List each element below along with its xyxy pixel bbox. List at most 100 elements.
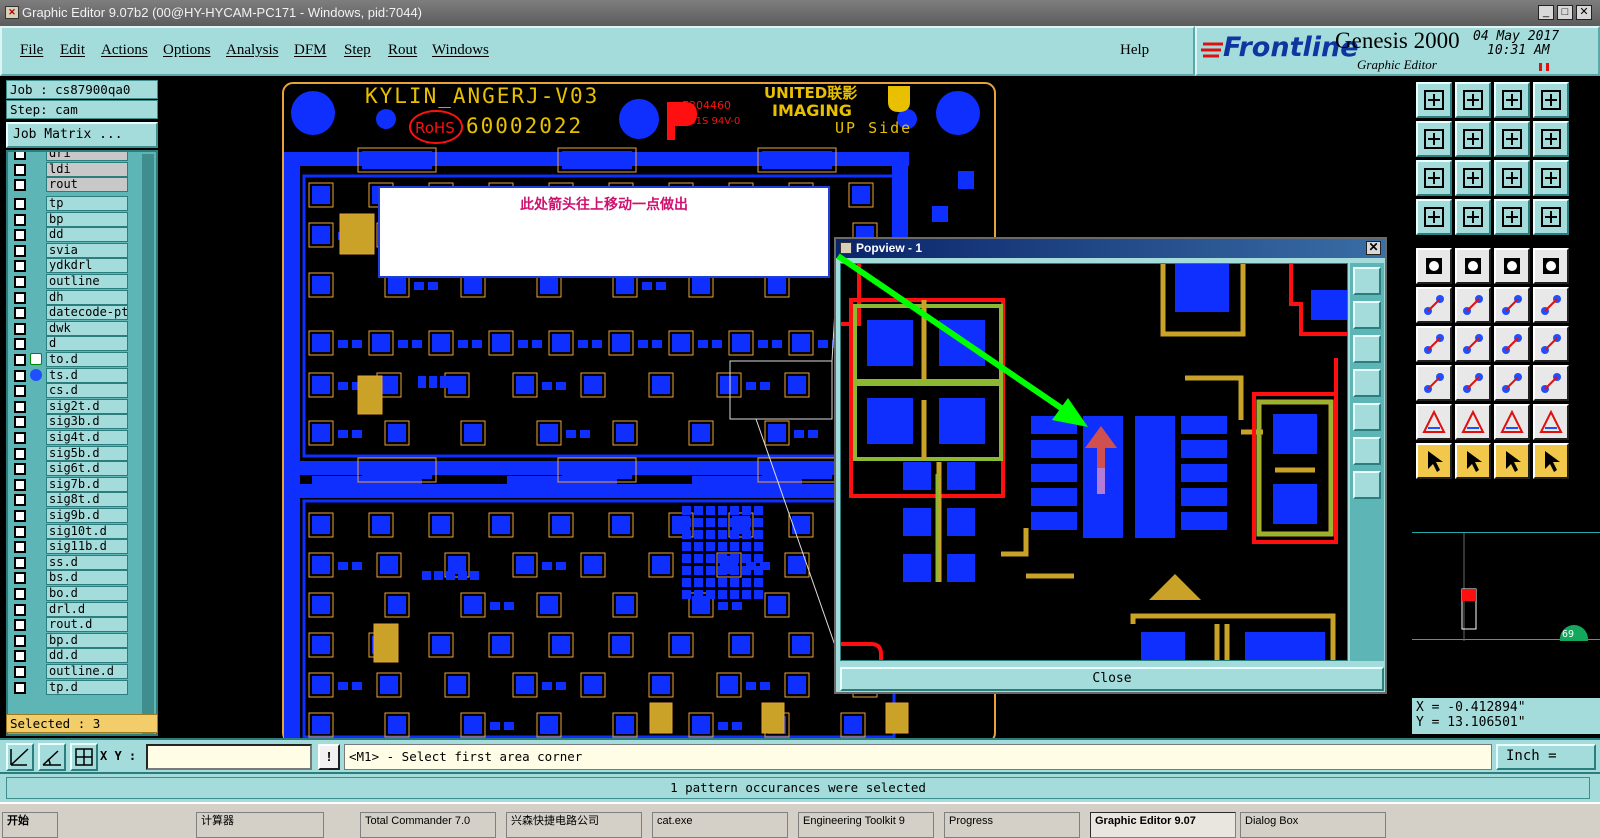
cut-icon[interactable]: [1455, 248, 1491, 284]
layer-name[interactable]: bp: [46, 211, 128, 227]
layer-name[interactable]: sig11b.d: [46, 539, 128, 555]
pointer-b-icon[interactable]: [1455, 443, 1491, 479]
layers-a-icon[interactable]: [1494, 199, 1530, 235]
layer-row[interactable]: dwk: [10, 320, 128, 336]
layer-checkbox[interactable]: [14, 603, 26, 616]
job-matrix-button[interactable]: Job Matrix ...: [6, 122, 158, 148]
menu-file[interactable]: File: [20, 42, 43, 59]
tri-c-icon[interactable]: [1494, 404, 1530, 440]
add-line-icon[interactable]: [1494, 287, 1530, 323]
grid-mode-icon[interactable]: [70, 743, 98, 771]
save-icon[interactable]: [1455, 82, 1491, 118]
layer-name[interactable]: dd.d: [46, 648, 128, 664]
layer-name[interactable]: dd: [46, 227, 128, 243]
layer-row[interactable]: drl.d: [10, 601, 128, 617]
layer-row[interactable]: tp: [10, 196, 128, 211]
close-window-button[interactable]: ✕: [1576, 5, 1592, 20]
popview-close-button[interactable]: Close: [840, 667, 1384, 691]
layer-checkbox[interactable]: [14, 163, 26, 176]
zoom-home-icon[interactable]: [1494, 121, 1530, 157]
layer-checkbox[interactable]: [14, 276, 26, 288]
taskbar-item-calculator[interactable]: 计算器: [196, 812, 324, 838]
layer-checkbox[interactable]: [14, 541, 26, 554]
pointer-a-icon[interactable]: [1416, 443, 1452, 479]
layer-name[interactable]: sig7b.d: [46, 476, 128, 492]
pointer-d-icon[interactable]: [1533, 443, 1569, 479]
taskbar-item-total-commander[interactable]: Total Commander 7.0: [360, 812, 496, 838]
rotate-icon[interactable]: [1494, 326, 1530, 362]
layer-name[interactable]: sig6t.d: [46, 461, 128, 477]
layer-name[interactable]: outline: [46, 274, 128, 289]
layer-name[interactable]: sig5b.d: [46, 445, 128, 461]
taskbar-item-company[interactable]: 兴森快捷电路公司: [506, 812, 642, 838]
layer-checkbox[interactable]: [14, 179, 26, 192]
layer-name[interactable]: sig9b.d: [46, 508, 128, 523]
layer-checkbox[interactable]: [14, 634, 26, 647]
layer-row[interactable]: svia: [10, 242, 128, 258]
snap-mode-icon[interactable]: [6, 743, 34, 771]
layer-checkbox[interactable]: [14, 354, 26, 366]
align-icon[interactable]: [1533, 121, 1569, 157]
layer-row[interactable]: ydkdrl: [10, 258, 128, 274]
grid-toggle-icon[interactable]: [1455, 199, 1491, 235]
layer-name[interactable]: bo.d: [46, 586, 128, 601]
layer-name[interactable]: dwk: [46, 320, 128, 336]
exclaim-button[interactable]: !: [318, 744, 340, 770]
tri-d-icon[interactable]: [1533, 404, 1569, 440]
popview-home-icon[interactable]: [1353, 369, 1381, 397]
ruler-icon[interactable]: [1494, 248, 1530, 284]
help-icon[interactable]: [1533, 160, 1569, 196]
maximize-button[interactable]: □: [1557, 5, 1573, 20]
taskbar-item-cat-exe[interactable]: cat.exe: [652, 812, 788, 838]
layer-name[interactable]: rout.d: [46, 617, 128, 633]
layer-row[interactable]: dh: [10, 289, 128, 305]
tri-a-icon[interactable]: [1416, 404, 1452, 440]
layer-name[interactable]: svia: [46, 242, 128, 258]
layer-checkbox[interactable]: [14, 213, 26, 226]
layer-checkbox[interactable]: [14, 338, 26, 351]
popview-zoom-out-icon[interactable]: [1353, 301, 1381, 329]
popview-move-icon[interactable]: [1353, 471, 1381, 499]
layer-checkbox[interactable]: [14, 447, 26, 460]
layer-name[interactable]: tp: [46, 196, 128, 211]
menu-help[interactable]: Help: [1120, 42, 1149, 59]
layer-row[interactable]: bo.d: [10, 586, 128, 601]
layer-name[interactable]: sig3b.d: [46, 414, 128, 430]
layer-checkbox[interactable]: [14, 369, 26, 382]
start-button[interactable]: 开始: [2, 812, 58, 838]
layer-name[interactable]: outline.d: [46, 664, 128, 679]
layer-row[interactable]: sig9b.d: [10, 508, 128, 523]
layer-checkbox[interactable]: [14, 152, 26, 160]
zoom-center-icon[interactable]: [1455, 160, 1491, 196]
minimap[interactable]: 69: [1412, 532, 1600, 653]
layer-name[interactable]: bs.d: [46, 570, 128, 586]
layer-checkbox[interactable]: [14, 666, 26, 678]
layer-checkbox[interactable]: [14, 307, 26, 320]
layer-row[interactable]: sig8t.d: [10, 492, 128, 508]
resize-icon[interactable]: [1416, 365, 1452, 401]
layer-name[interactable]: ss.d: [46, 554, 128, 570]
layer-row[interactable]: ss.d: [10, 554, 128, 570]
layer-checkbox[interactable]: [14, 650, 26, 663]
layers-b-icon[interactable]: [1533, 199, 1569, 235]
layer-in-icon[interactable]: [1416, 121, 1452, 157]
layer-name[interactable]: sig2t.d: [46, 398, 128, 414]
popview-close-icon[interactable]: ✕: [1366, 241, 1381, 255]
layer-name[interactable]: ts.d: [46, 367, 128, 383]
layer-row[interactable]: cs.d: [10, 383, 128, 399]
menu-analysis[interactable]: Analysis: [226, 42, 279, 59]
layer-checkbox[interactable]: [14, 229, 26, 242]
layer-row[interactable]: sig10t.d: [10, 523, 128, 539]
layer-row[interactable]: datecode-ptc: [10, 305, 128, 321]
xy-input[interactable]: [146, 744, 312, 770]
menu-actions[interactable]: Actions: [101, 42, 148, 59]
menu-windows[interactable]: Windows: [432, 42, 489, 59]
units-selector[interactable]: Inch =: [1496, 744, 1596, 770]
layer-checkbox[interactable]: [14, 525, 26, 538]
layer-checkbox[interactable]: [14, 494, 26, 507]
layer-name[interactable]: dh: [46, 289, 128, 305]
layer-checkbox[interactable]: [14, 681, 26, 694]
layer-checkbox[interactable]: [14, 416, 26, 429]
layer-checkbox[interactable]: [14, 478, 26, 491]
layer-checkbox[interactable]: [14, 291, 26, 304]
